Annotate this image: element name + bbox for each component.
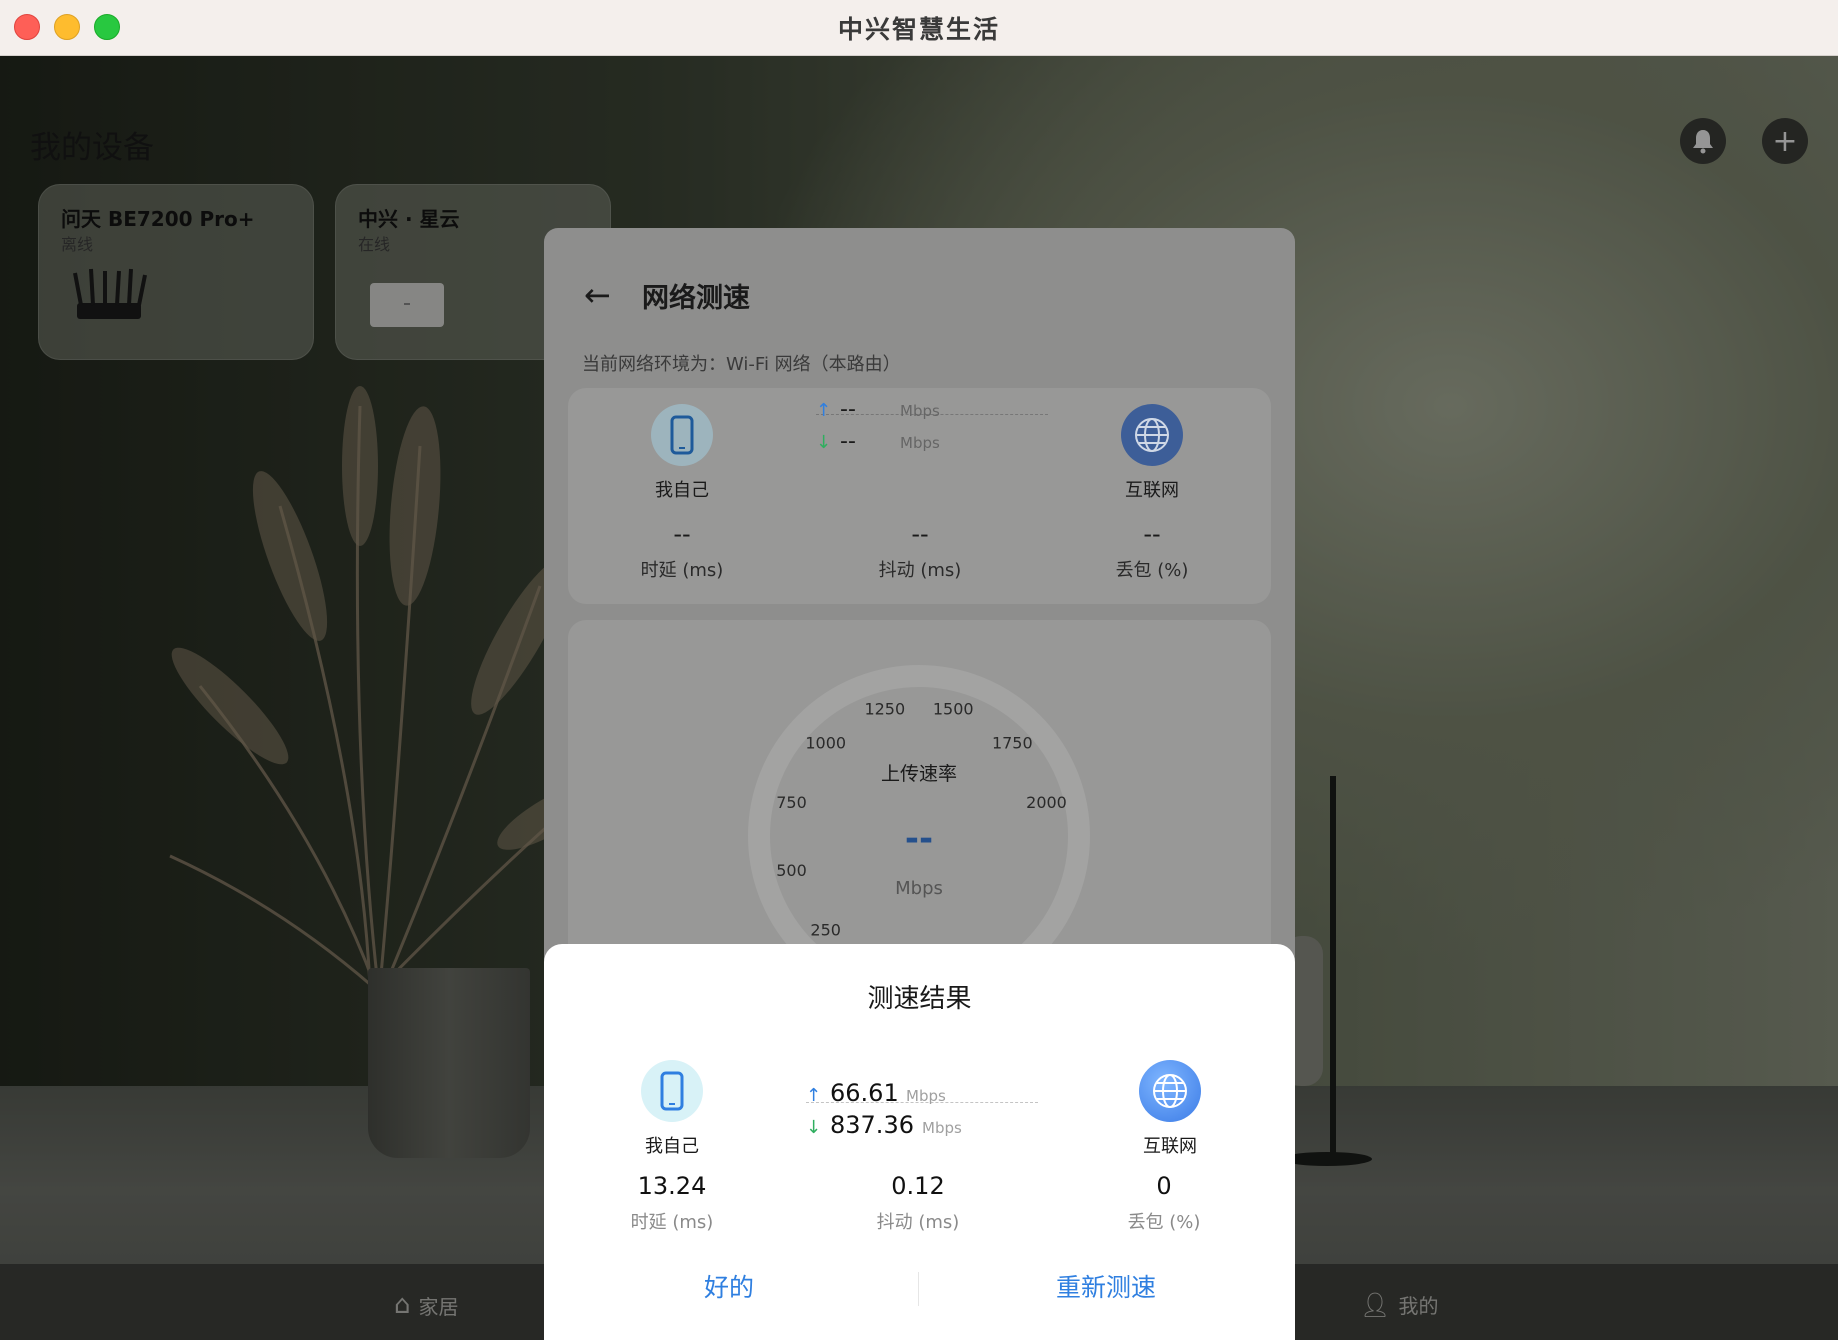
jitter-label: 抖动 (ms) bbox=[878, 560, 962, 581]
ok-button[interactable]: 好的 bbox=[704, 1268, 754, 1304]
download-arrow-icon: ↓ bbox=[806, 1117, 822, 1138]
maximize-window-button[interactable] bbox=[94, 14, 120, 40]
result-endpoint-self: 我自己 bbox=[612, 1060, 732, 1158]
upload-arrow-icon: ↑ bbox=[806, 1085, 822, 1106]
result-internet-label: 互联网 bbox=[1143, 1136, 1197, 1157]
gauge-tick-label: 500 bbox=[776, 861, 807, 880]
result-upload-unit: Mbps bbox=[906, 1087, 946, 1105]
loss-value: -- bbox=[1143, 520, 1161, 548]
arrow-left-icon: ← bbox=[584, 276, 611, 314]
result-latency-value: 13.24 bbox=[637, 1172, 707, 1200]
result-latency-label: 时延 (ms) bbox=[630, 1212, 714, 1233]
rate-summary: ↑ -- Mbps ↓ -- Mbps bbox=[816, 397, 1048, 461]
gauge-tick-label: 1250 bbox=[864, 700, 905, 719]
title-bar: 中兴智慧生活 bbox=[0, 0, 1838, 56]
globe-icon bbox=[1139, 1060, 1201, 1122]
phone-icon bbox=[641, 1060, 703, 1122]
gauge-tick-label: 1500 bbox=[933, 700, 974, 719]
result-title: 测速结果 bbox=[867, 984, 972, 1014]
gauge-tick-label: 750 bbox=[776, 793, 807, 812]
retest-button[interactable]: 重新测速 bbox=[1056, 1268, 1156, 1304]
window-title: 中兴智慧生活 bbox=[837, 14, 1000, 44]
upload-unit: Mbps bbox=[900, 402, 940, 420]
phone-icon bbox=[651, 404, 713, 466]
result-jitter-stat: 0.12 抖动 (ms) bbox=[838, 1172, 998, 1234]
result-jitter-value: 0.12 bbox=[891, 1172, 945, 1200]
upload-arrow-icon: ↑ bbox=[816, 400, 832, 421]
gauge-tick-label: 2000 bbox=[1026, 793, 1067, 812]
latency-value: -- bbox=[673, 520, 691, 548]
latency-stat: -- 时延 (ms) bbox=[602, 520, 762, 582]
endpoint-internet: 互联网 bbox=[1092, 404, 1212, 502]
result-loss-value: 0 bbox=[1156, 1172, 1172, 1200]
loss-label: 丢包 (%) bbox=[1115, 560, 1189, 581]
result-jitter-label: 抖动 (ms) bbox=[876, 1212, 960, 1233]
download-unit: Mbps bbox=[900, 434, 940, 452]
jitter-value: -- bbox=[911, 520, 929, 548]
gauge-tick-label: 250 bbox=[810, 920, 841, 939]
window-controls bbox=[14, 14, 120, 40]
gauge-tick-label: 1000 bbox=[805, 734, 846, 753]
loss-stat: -- 丢包 (%) bbox=[1072, 520, 1232, 582]
gauge-value: -- bbox=[905, 819, 933, 859]
speedtest-summary-card: 我自己 ↑ -- Mbps ↓ -- Mbps 互联网 -- 时延 (ms) -… bbox=[568, 388, 1271, 604]
upload-value: -- bbox=[840, 397, 856, 422]
download-value: -- bbox=[840, 429, 856, 454]
speedtest-title: 网络测速 bbox=[642, 283, 750, 314]
gauge-label: 上传速率 bbox=[881, 763, 957, 785]
globe-icon bbox=[1121, 404, 1183, 466]
endpoint-self: 我自己 bbox=[622, 404, 742, 502]
result-self-label: 我自己 bbox=[645, 1136, 699, 1157]
endpoint-internet-label: 互联网 bbox=[1125, 480, 1179, 501]
result-latency-stat: 13.24 时延 (ms) bbox=[592, 1172, 752, 1234]
result-upload-value: 66.61 bbox=[830, 1079, 899, 1107]
endpoint-self-label: 我自己 bbox=[655, 480, 709, 501]
button-divider bbox=[918, 1272, 919, 1306]
result-download-unit: Mbps bbox=[922, 1119, 962, 1137]
result-download-value: 837.36 bbox=[830, 1111, 914, 1139]
result-rates: ↑ 66.61 Mbps ↓ 837.36 Mbps bbox=[806, 1079, 1038, 1143]
download-arrow-icon: ↓ bbox=[816, 432, 832, 453]
result-loss-label: 丢包 (%) bbox=[1127, 1212, 1201, 1233]
result-dialog: 测速结果 我自己 ↑ 66.61 Mbps ↓ 837.36 Mbps 互联网 … bbox=[544, 944, 1295, 1340]
jitter-stat: -- 抖动 (ms) bbox=[840, 520, 1000, 582]
back-button[interactable]: ← bbox=[584, 276, 611, 314]
minimize-window-button[interactable] bbox=[54, 14, 80, 40]
result-endpoint-internet: 互联网 bbox=[1110, 1060, 1230, 1158]
result-loss-stat: 0 丢包 (%) bbox=[1084, 1172, 1244, 1234]
close-window-button[interactable] bbox=[14, 14, 40, 40]
network-environment: 当前网络环境为：Wi-Fi 网络（本路由） bbox=[582, 354, 901, 375]
gauge-unit: Mbps bbox=[895, 878, 943, 899]
gauge-tick-label: 1750 bbox=[992, 734, 1033, 753]
latency-label: 时延 (ms) bbox=[640, 560, 724, 581]
